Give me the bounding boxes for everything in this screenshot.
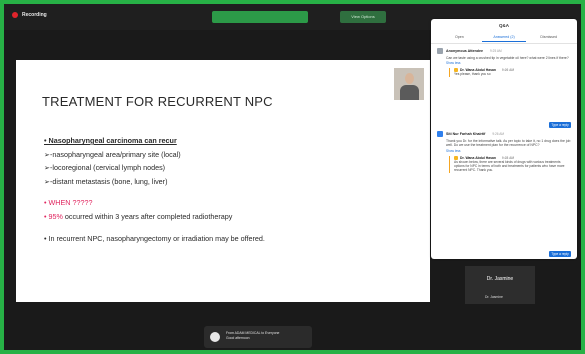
- answer-item: Dr. Wana Abdul Hasan 9:28 AM As shown bel…: [449, 155, 571, 173]
- participant-tile[interactable]: Dr. Jasmine Dr. Jasmine: [465, 266, 535, 304]
- notification-text: From ADAM MEDICAL to Everyone Good after…: [226, 331, 279, 341]
- bullet-heading: • Nasopharyngeal carcinoma can recur: [44, 136, 177, 145]
- question-text: Thank you Dr. for the informative talk. …: [446, 139, 571, 148]
- recording-indicator[interactable]: Recording: [12, 12, 47, 18]
- notification-message: Good afternoon: [226, 336, 250, 340]
- answer-item: Dr. Wana Abdul Hasan 9:26 AM Yes please, …: [449, 68, 571, 77]
- reply-button[interactable]: Type a reply: [549, 251, 571, 257]
- qa-tabs: Open Answered (2) Dismissed: [437, 32, 571, 42]
- user-icon: [437, 131, 443, 137]
- bullet-spacer: [44, 224, 265, 232]
- answer-time: 9:26 AM: [501, 68, 515, 73]
- presenter-head: [405, 73, 414, 84]
- shared-slide: TREATMENT FOR RECURRENT NPC • Nasopharyn…: [16, 60, 430, 302]
- answer-text: As shown below, there are several kinds …: [454, 159, 565, 173]
- tab-answered[interactable]: Answered (2): [481, 32, 527, 42]
- bullet-item: ➢-distant metastasis (bone, lung, liver): [44, 176, 168, 186]
- divider: [431, 43, 577, 44]
- chat-notification[interactable]: From ADAM MEDICAL to Everyone Good after…: [204, 326, 312, 348]
- presenter-video[interactable]: [394, 68, 424, 100]
- question-item: Anonymous Attendee 9:25 AM Can we taste …: [437, 48, 571, 128]
- slide-title: TREATMENT FOR RECURRENT NPC: [42, 94, 273, 109]
- qa-panel: Q&A Open Answered (2) Dismissed Anonymou…: [431, 19, 577, 259]
- reply-button[interactable]: Type a reply: [549, 122, 571, 128]
- slide-bullets: • Nasopharyngeal carcinoma can recur ➢-n…: [44, 134, 265, 245]
- tab-open[interactable]: Open: [437, 32, 482, 42]
- share-banner: [212, 11, 308, 23]
- asker-name: Siti Nur Farhah Khairtif: [446, 132, 486, 136]
- show-less-link[interactable]: Show less: [446, 61, 571, 65]
- asker-name: Anonymous Attendee: [446, 49, 484, 53]
- recording-label: Recording: [22, 12, 47, 18]
- show-less-link[interactable]: Show less: [446, 149, 571, 153]
- tab-dismissed[interactable]: Dismissed: [526, 32, 571, 42]
- presenter-body: [400, 85, 419, 100]
- record-icon: [12, 12, 18, 18]
- chat-icon: [210, 332, 220, 342]
- user-icon: [437, 48, 443, 54]
- question-item: Siti Nur Farhah Khairtif 9:26 AM Thank y…: [437, 131, 571, 257]
- question-time: 9:26 AM: [492, 132, 505, 136]
- participant-name: Dr. Jasmine: [485, 295, 503, 299]
- answer-text: Yes please, thank you so: [454, 72, 491, 77]
- bullet-item: ➢-locoregional (cervical lymph nodes): [44, 163, 166, 173]
- question-time: 9:25 AM: [490, 49, 502, 53]
- bullet-item: • 95% occurred within 3 years after comp…: [44, 211, 233, 221]
- bullet-when: • WHEN ?????: [44, 198, 93, 208]
- participant-label: Dr. Jasmine: [486, 276, 514, 282]
- bullet-item: ➢-nasopharyngeal area/primary site (loca…: [44, 149, 181, 159]
- bullet-item: • In recurrent NPC, nasopharyngectomy or…: [44, 233, 265, 243]
- view-options-button[interactable]: View Options: [340, 11, 386, 23]
- meeting-window: Recording View Options TREATMENT FOR REC…: [4, 4, 581, 350]
- bullet-spacer: [44, 188, 265, 196]
- qa-title: Q&A: [499, 23, 509, 28]
- question-text: Can we taste using a crushed tip in vege…: [446, 56, 569, 60]
